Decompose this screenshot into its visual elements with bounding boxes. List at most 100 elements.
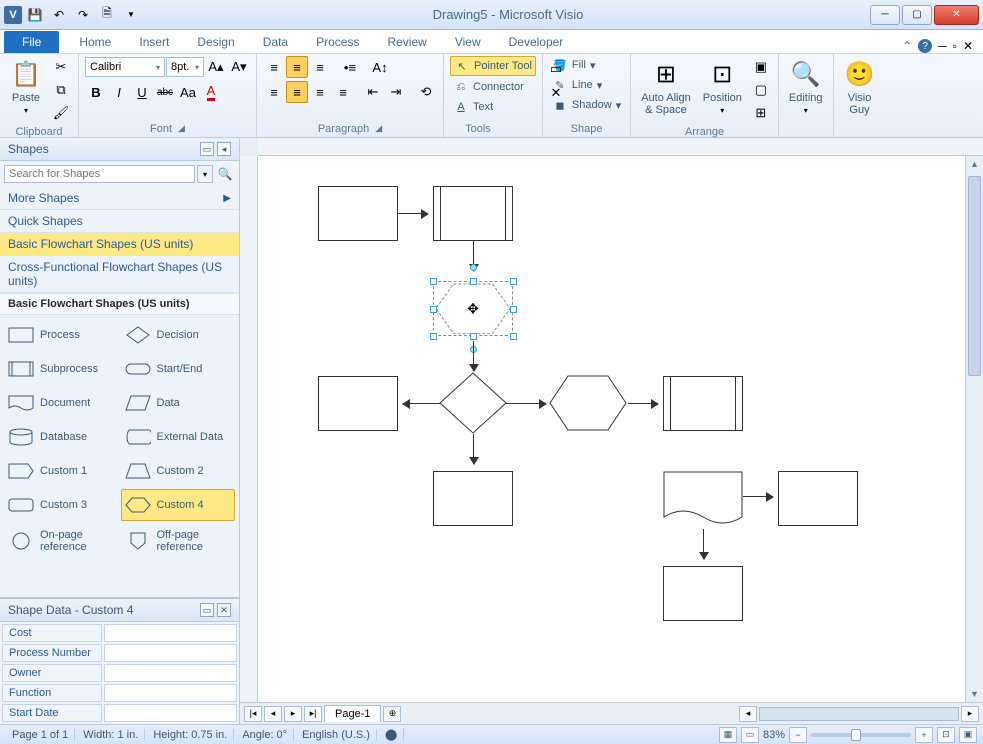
format-painter-icon[interactable]: 🖌 <box>50 102 72 124</box>
search-icon[interactable]: 🔍 <box>215 165 235 183</box>
tab-insert[interactable]: Insert <box>125 31 183 53</box>
shape-external-data[interactable]: External Data <box>121 421 236 453</box>
align-justify-icon[interactable]: ≡ <box>332 81 354 103</box>
strike-button[interactable]: abc <box>154 81 176 103</box>
underline-button[interactable]: U <box>131 81 153 103</box>
page-first-icon[interactable]: |◂ <box>244 706 262 722</box>
flowchart-process-3[interactable] <box>433 471 513 526</box>
maximize-button[interactable]: ▢ <box>902 5 932 25</box>
file-tab[interactable]: File <box>4 31 59 53</box>
qat-dropdown-icon[interactable]: ▼ <box>120 4 142 26</box>
page-prev-icon[interactable]: ◂ <box>264 706 282 722</box>
data-panel-close-icon[interactable]: ✕ <box>217 603 231 617</box>
doc-close-icon[interactable]: ✕ <box>963 39 973 53</box>
flowchart-process-5[interactable] <box>663 566 743 621</box>
selected-shape-hexagon[interactable]: ✥ <box>433 281 513 336</box>
redo-icon[interactable]: ↷ <box>72 4 94 26</box>
horizontal-scrollbar[interactable] <box>759 707 959 721</box>
shrink-font-icon[interactable]: A▾ <box>228 56 250 78</box>
font-color-button[interactable]: A <box>200 81 222 103</box>
flowchart-process-2[interactable] <box>318 376 398 431</box>
tab-developer[interactable]: Developer <box>495 31 578 53</box>
stencil-basic-flowchart[interactable]: Basic Flowchart Shapes (US units) <box>0 233 239 256</box>
app-icon[interactable]: V <box>4 6 22 24</box>
flowchart-subprocess-2[interactable] <box>663 376 743 431</box>
connector-9[interactable] <box>703 529 704 559</box>
search-dropdown-icon[interactable]: ▾ <box>197 165 213 183</box>
shape-process[interactable]: Process <box>4 319 119 351</box>
decrease-indent-icon[interactable]: ⇤ <box>362 81 384 103</box>
tab-design[interactable]: Design <box>183 31 248 53</box>
macro-record-icon[interactable]: ⬤ <box>379 728 404 741</box>
rotate-text-icon[interactable]: ⟲ <box>415 81 437 103</box>
shape-database[interactable]: Database <box>4 421 119 453</box>
shape-document[interactable]: Document <box>4 387 119 419</box>
save-icon[interactable]: 💾 <box>24 4 46 26</box>
page-width-icon[interactable]: ▭ <box>741 727 759 743</box>
font-dialog-launcher[interactable]: ◢ <box>178 123 185 135</box>
more-shapes-row[interactable]: More Shapes▶ <box>0 187 239 210</box>
connector-6[interactable] <box>628 403 658 404</box>
quick-shapes-row[interactable]: Quick Shapes <box>0 210 239 233</box>
insert-page-icon[interactable]: ⊕ <box>383 706 401 722</box>
minimize-ribbon-icon[interactable]: ⌃ <box>902 39 912 53</box>
font-size-combo[interactable]: 8pt.▾ <box>166 57 204 77</box>
copy-icon[interactable]: ⧉ <box>50 79 72 101</box>
flowchart-subprocess-1[interactable] <box>433 186 513 241</box>
tab-view[interactable]: View <box>441 31 495 53</box>
presentation-view-icon[interactable]: ▦ <box>719 727 737 743</box>
shape-start-end[interactable]: Start/End <box>121 353 236 385</box>
hscroll-right-icon[interactable]: ▸ <box>961 706 979 722</box>
shape-custom-2[interactable]: Custom 2 <box>121 455 236 487</box>
align-top-icon[interactable]: ≡ <box>263 56 285 78</box>
position-button[interactable]: ⊡ Position ▾ <box>699 56 746 117</box>
shape-decision[interactable]: Decision <box>121 319 236 351</box>
change-case-button[interactable]: Aa <box>177 81 199 103</box>
search-input[interactable] <box>4 165 195 183</box>
data-row-process-number[interactable]: Process Number <box>2 644 102 662</box>
fit-page-icon[interactable]: ⊡ <box>937 727 955 743</box>
visio-guy-button[interactable]: 🙂 Visio Guy <box>840 56 880 118</box>
stencil-cross-functional[interactable]: Cross-Functional Flowchart Shapes (US un… <box>0 256 239 293</box>
connector-tool-button[interactable]: ⎌ Connector <box>450 78 527 96</box>
zoom-in-icon[interactable]: + <box>915 727 933 743</box>
paste-button[interactable]: 📋 Paste ▾ <box>6 56 46 117</box>
vertical-scrollbar[interactable]: ▲ ▼ <box>965 156 983 702</box>
undo-icon[interactable]: ↶ <box>48 4 70 26</box>
page-tab-1[interactable]: Page-1 <box>324 705 381 722</box>
shape-off-page-ref[interactable]: Off-page reference <box>121 523 236 559</box>
connector-5[interactable] <box>506 403 546 404</box>
bold-button[interactable]: B <box>85 81 107 103</box>
shape-custom-3[interactable]: Custom 3 <box>4 489 119 521</box>
bring-front-icon[interactable]: ▣ <box>750 56 772 78</box>
cut-icon[interactable]: ✂ <box>50 56 72 78</box>
connector-8[interactable] <box>743 496 773 497</box>
flowchart-process-1[interactable] <box>318 186 398 241</box>
data-panel-maximize-icon[interactable]: ▭ <box>200 603 214 617</box>
data-row-cost[interactable]: Cost <box>2 624 102 642</box>
text-direction-icon[interactable]: A↕ <box>369 56 391 78</box>
zoom-percent[interactable]: 83% <box>763 729 785 741</box>
align-bottom-icon[interactable]: ≡ <box>309 56 331 78</box>
font-name-combo[interactable]: Calibri▾ <box>85 57 165 77</box>
bullets-icon[interactable]: •≡ <box>339 56 361 78</box>
grow-font-icon[interactable]: A▴ <box>205 56 227 78</box>
print-preview-icon[interactable]: 🗎 <box>96 4 118 26</box>
hscroll-left-icon[interactable]: ◂ <box>739 706 757 722</box>
rectangle-tool-icon[interactable]: ▭ <box>545 58 567 80</box>
scroll-up-icon[interactable]: ▲ <box>966 156 983 172</box>
paragraph-dialog-launcher[interactable]: ◢ <box>375 123 382 135</box>
help-icon[interactable]: ? <box>918 39 932 53</box>
send-back-icon[interactable]: ▢ <box>750 79 772 101</box>
connection-point-tool-icon[interactable]: ✕ <box>545 82 567 104</box>
connector-7[interactable] <box>473 434 474 464</box>
flowchart-decision-1[interactable] <box>438 371 508 435</box>
align-right-icon[interactable]: ≡ <box>309 81 331 103</box>
text-tool-button[interactable]: A Text <box>450 98 496 116</box>
tab-process[interactable]: Process <box>302 31 373 53</box>
status-page[interactable]: Page 1 of 1 <box>6 729 75 741</box>
editing-button[interactable]: 🔍 Editing ▾ <box>785 56 827 117</box>
scroll-thumb[interactable] <box>968 176 981 376</box>
data-row-function[interactable]: Function <box>2 684 102 702</box>
flowchart-process-4[interactable] <box>778 471 858 526</box>
